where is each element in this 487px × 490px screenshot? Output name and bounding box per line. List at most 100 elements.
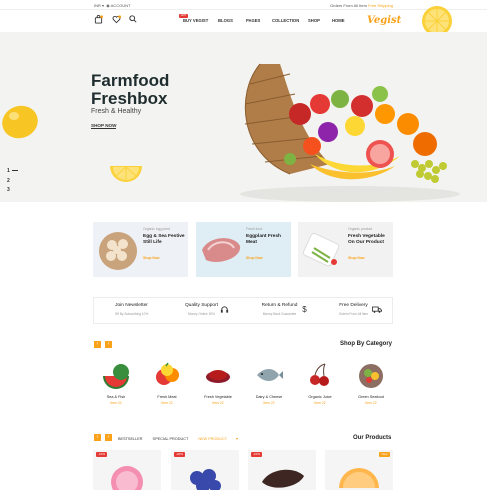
banner-title: Eggplant Fresh Meat bbox=[246, 234, 281, 245]
meat-image bbox=[202, 238, 241, 263]
hero-shop-now-button[interactable]: SHOP NOW bbox=[91, 123, 117, 129]
category-count: Item 22 bbox=[161, 401, 173, 405]
category-heading: Shop By Category bbox=[340, 341, 393, 347]
fruit-basket-image bbox=[240, 63, 460, 202]
category-item[interactable]: Fresh Meat Item 22 bbox=[143, 360, 191, 410]
banner-eggs[interactable]: Organic egg plant Egg & Sea Festive Stil… bbox=[93, 222, 188, 277]
sale-badge: -10% bbox=[251, 452, 262, 457]
product-card[interactable]: New bbox=[325, 450, 393, 490]
banner-small-text: Organic product bbox=[348, 227, 373, 231]
banner-shop-now-link[interactable]: Shop Now bbox=[143, 256, 160, 260]
products-heading: Our Products bbox=[353, 435, 392, 441]
promo-highlight: Free Shipping bbox=[368, 3, 393, 8]
product-card[interactable]: -10% bbox=[93, 450, 161, 490]
chevron-down-icon: ▾ bbox=[236, 437, 238, 441]
feature-newsletter: Join Newsletter Off By Subscribing 10% bbox=[94, 298, 169, 323]
category-count: Item 22 bbox=[263, 401, 275, 405]
heart-icon[interactable] bbox=[112, 15, 122, 24]
bag-icon[interactable] bbox=[94, 15, 104, 24]
feature-title: Join Newsletter bbox=[115, 303, 148, 308]
products-prev-button[interactable]: ‹ bbox=[94, 434, 101, 441]
category-item[interactable]: Sea & Fish Item 22 bbox=[92, 360, 140, 410]
hero-title-line1: Farmfood bbox=[91, 71, 170, 90]
category-count: Item 22 bbox=[110, 401, 122, 405]
account-link[interactable]: ACCOUNT bbox=[111, 3, 131, 8]
promo-prefix: Orders From All Item bbox=[330, 3, 367, 8]
menu-item-pages[interactable]: PAGES bbox=[246, 18, 272, 23]
headset-icon bbox=[220, 305, 229, 314]
product-tabs: BESTSELLER SPECIAL PRODUCT NEW PRODUCT ▾ bbox=[118, 436, 247, 441]
feature-subtitle: Off By Subscribing 10% bbox=[114, 312, 149, 316]
menu-item-home[interactable]: HOME bbox=[332, 18, 345, 23]
hero-subtitle: Fresh & Healthy bbox=[91, 108, 142, 115]
category-count: Item 22 bbox=[212, 401, 224, 405]
eggs-bowl-image bbox=[99, 232, 137, 270]
category-name: Sea & Fish bbox=[106, 395, 126, 399]
spice-powder-image bbox=[206, 370, 230, 383]
cherry-image bbox=[310, 363, 329, 386]
guava-image bbox=[111, 466, 143, 490]
category-next-button[interactable]: › bbox=[105, 341, 112, 348]
tomato-image bbox=[156, 362, 179, 385]
main-menu: BUY VEGIST BLOGS PAGES COLLECTION SHOP H… bbox=[183, 18, 345, 23]
category-item[interactable]: Fresh Vegetable Item 22 bbox=[194, 360, 242, 410]
sale-badge: -20% bbox=[174, 452, 185, 457]
slide-dot-2[interactable]: 2 bbox=[7, 178, 10, 184]
salad-bowl-image bbox=[359, 364, 383, 388]
banner-small-text: Organic egg plant bbox=[143, 227, 170, 231]
product-card[interactable]: -20% bbox=[171, 450, 239, 490]
blueberry-image bbox=[190, 469, 221, 490]
feature-refund: Return & Refund Money Back Guarantee $ bbox=[242, 298, 317, 323]
feature-support: Quality Support Money Online 30% bbox=[164, 298, 239, 323]
menu-item-blogs[interactable]: BLOGS bbox=[218, 18, 246, 23]
banner-vegetable[interactable]: Organic product Fresh Vegetable On Our P… bbox=[298, 222, 393, 277]
banner-shop-now-link[interactable]: Shop Now bbox=[246, 256, 263, 260]
search-icon[interactable] bbox=[128, 15, 137, 24]
banner-title: Fresh Vegetable On Our Product bbox=[348, 234, 385, 245]
logo[interactable]: Vegist bbox=[367, 15, 401, 26]
hero-banner: 1 2 3 bbox=[0, 32, 487, 202]
category-item[interactable]: Organic Juice Item 22 bbox=[296, 360, 344, 410]
slide-dot-3[interactable]: 3 bbox=[7, 187, 10, 193]
tab-special-product[interactable]: SPECIAL PRODUCT bbox=[153, 437, 189, 441]
truck-icon bbox=[372, 305, 382, 314]
top-bar: INR ▾ ◉ ACCOUNT Orders From All Item Fre… bbox=[0, 0, 487, 10]
fish-image bbox=[257, 369, 283, 381]
banner-shop-now-link[interactable]: Shop Now bbox=[348, 256, 365, 260]
menu-item-shop[interactable]: SHOP bbox=[308, 18, 332, 23]
tab-bestseller[interactable]: BESTSELLER bbox=[118, 437, 142, 441]
category-count: Item 22 bbox=[365, 401, 377, 405]
features-bar: Join Newsletter Off By Subscribing 10% Q… bbox=[93, 297, 393, 324]
new-badge: New bbox=[379, 452, 390, 457]
melon-slice-image bbox=[339, 468, 379, 488]
lemon-slice-image bbox=[110, 166, 142, 182]
menu-item-collection[interactable]: COLLECTION bbox=[272, 18, 308, 23]
top-bar-left: INR ▾ ◉ ACCOUNT bbox=[94, 3, 130, 8]
banner-title: Egg & Sea Festive Still Life bbox=[143, 234, 185, 245]
vegetable-plate-image bbox=[302, 232, 340, 267]
feature-delivery: Free Delivery Orders From All Item bbox=[316, 298, 391, 323]
watermelon-image bbox=[103, 364, 129, 389]
hero-title-line2: Freshbox bbox=[91, 89, 168, 108]
category-name: Organic Juice bbox=[308, 395, 332, 399]
category-name: Fresh Vegetable bbox=[204, 395, 232, 399]
eggplant-image bbox=[262, 469, 304, 488]
product-card[interactable]: -10% bbox=[248, 450, 316, 490]
menu-item-buy-vegist[interactable]: BUY VEGIST bbox=[183, 18, 218, 23]
currency-selector[interactable]: INR bbox=[94, 3, 101, 8]
category-prev-button[interactable]: ‹ bbox=[94, 341, 101, 348]
lemon-image bbox=[2, 105, 38, 139]
promo-text: Orders From All Item Free Shipping bbox=[330, 3, 393, 8]
category-count: Item 22 bbox=[314, 401, 326, 405]
category-name: Fresh Meat bbox=[157, 395, 177, 399]
tab-new-product[interactable]: NEW PRODUCT bbox=[198, 437, 227, 441]
main-nav: HOT BUY VEGIST BLOGS PAGES COLLECTION SH… bbox=[0, 10, 487, 32]
category-item[interactable]: Green Seafood Item 22 bbox=[347, 360, 395, 410]
sale-badge: -10% bbox=[96, 452, 107, 457]
products-next-button[interactable]: › bbox=[105, 434, 112, 441]
category-item[interactable]: Dairy & Cheese Item 22 bbox=[245, 360, 293, 410]
slide-dot-1[interactable]: 1 bbox=[7, 168, 18, 174]
category-name: Green Seafood bbox=[358, 395, 384, 399]
banner-meat[interactable]: Fresh food Eggplant Fresh Meat Shop Now bbox=[196, 222, 291, 277]
hero-title: Farmfood Freshbox bbox=[91, 72, 169, 108]
